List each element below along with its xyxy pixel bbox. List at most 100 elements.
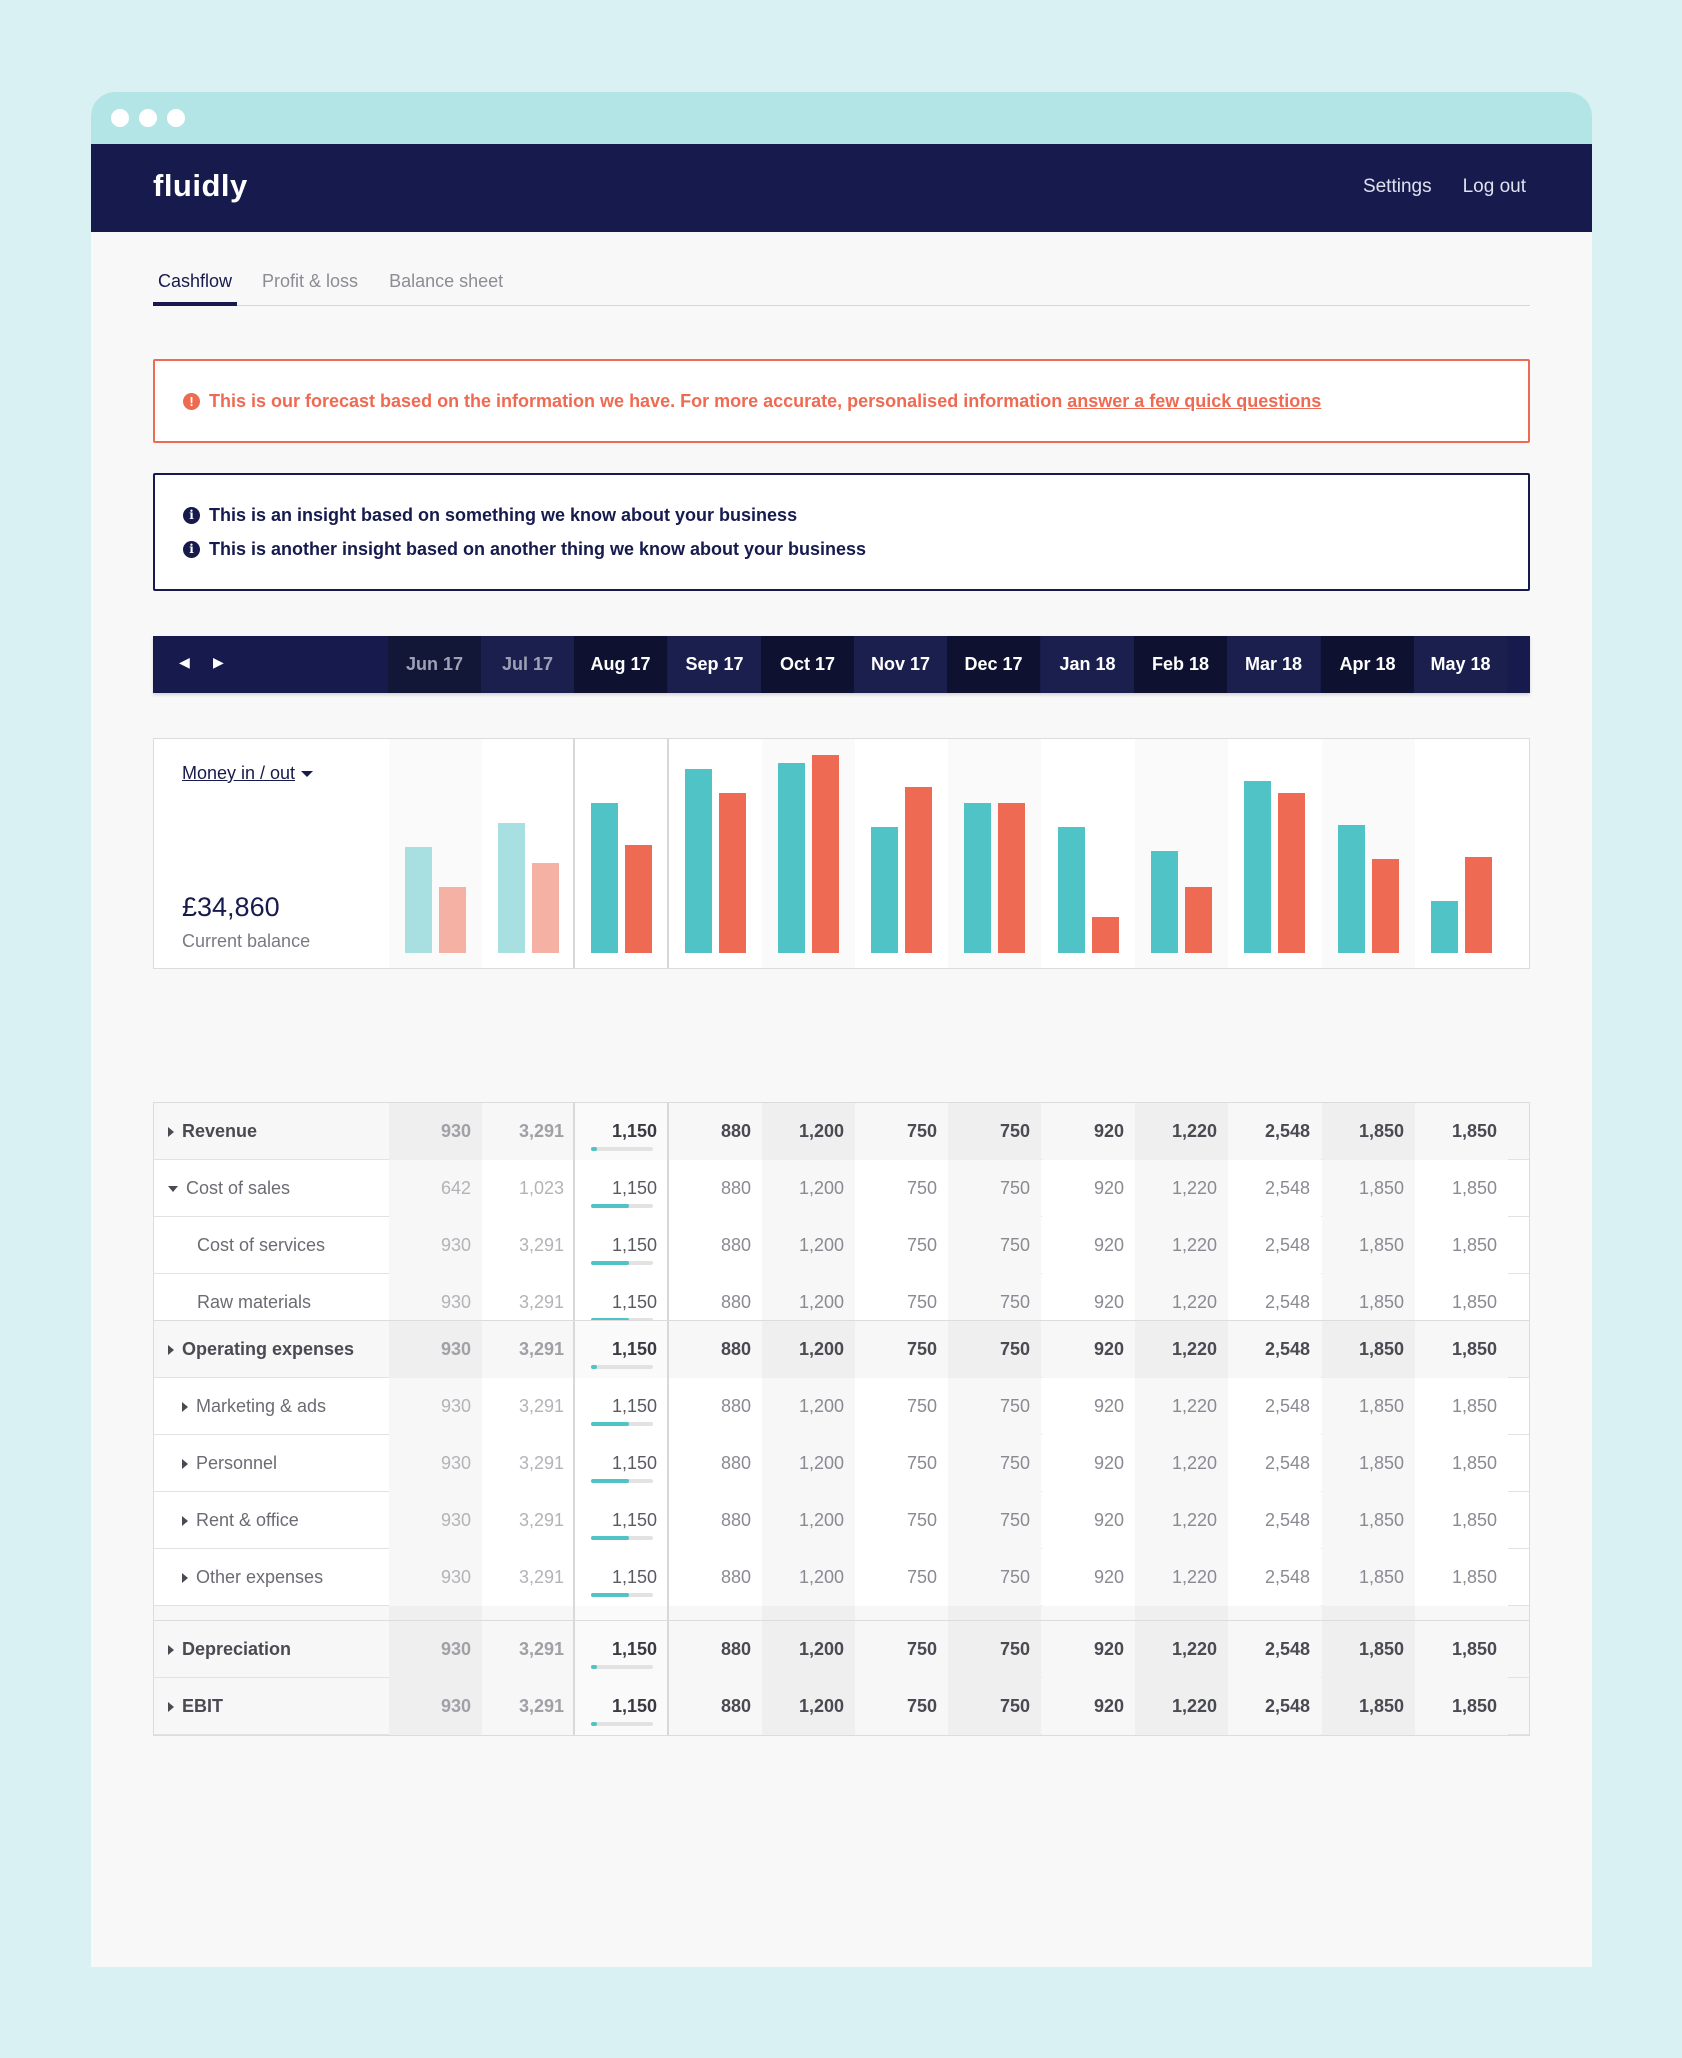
value-cell[interactable]: 1,200 — [762, 1492, 855, 1549]
caret-right-icon[interactable] — [168, 1645, 174, 1656]
value-cell[interactable]: 3,291 — [482, 1321, 575, 1378]
month-header-cell[interactable]: Feb 18 — [1134, 636, 1227, 693]
value-cell[interactable]: 2,548 — [1228, 1621, 1321, 1678]
value-cell[interactable]: 1,200 — [762, 1321, 855, 1378]
value-cell[interactable]: 930 — [389, 1621, 482, 1678]
value-cell[interactable]: 1,850 — [1322, 1378, 1415, 1435]
caret-right-icon[interactable] — [182, 1402, 188, 1413]
value-cell[interactable]: 1,200 — [762, 1103, 855, 1160]
value-cell[interactable]: 930 — [389, 1549, 482, 1606]
caret-down-icon[interactable] — [168, 1186, 178, 1193]
month-header-cell[interactable]: Apr 18 — [1321, 636, 1414, 693]
row-label[interactable]: Revenue — [168, 1103, 257, 1160]
value-cell[interactable]: 3,291 — [482, 1378, 575, 1435]
value-cell[interactable]: 750 — [855, 1378, 948, 1435]
next-month-arrow-icon[interactable]: ▶ — [213, 654, 224, 671]
row-label[interactable]: Rent & office — [182, 1492, 299, 1549]
money-in-bar[interactable] — [778, 763, 805, 953]
value-cell[interactable]: 1,850 — [1415, 1621, 1508, 1678]
value-cell[interactable]: 1,850 — [1322, 1435, 1415, 1492]
caret-right-icon[interactable] — [182, 1573, 188, 1584]
caret-right-icon[interactable] — [168, 1127, 174, 1138]
value-cell[interactable]: 930 — [389, 1217, 482, 1274]
value-cell[interactable]: 1,220 — [1135, 1321, 1228, 1378]
table-row[interactable]: Personnel 930 3,291 1,150 880 1,200 750 750 920 1… — [154, 1435, 1529, 1492]
row-label[interactable]: EBIT — [168, 1678, 223, 1735]
value-cell[interactable]: 750 — [948, 1678, 1041, 1735]
money-in-bar[interactable] — [1244, 781, 1271, 953]
value-cell[interactable]: 750 — [948, 1321, 1041, 1378]
value-cell[interactable]: 920 — [1042, 1321, 1135, 1378]
value-cell[interactable]: 920 — [1042, 1103, 1135, 1160]
value-cell[interactable]: 1,220 — [1135, 1492, 1228, 1549]
row-label[interactable]: Depreciation — [168, 1621, 291, 1678]
value-cell[interactable]: 920 — [1042, 1378, 1135, 1435]
value-cell[interactable]: 1,150 — [575, 1217, 668, 1274]
value-cell[interactable]: 1,200 — [762, 1621, 855, 1678]
value-cell[interactable]: 1,850 — [1415, 1678, 1508, 1735]
table-row[interactable]: Other expenses 930 3,291 1,150 880 1,200 750 75… — [154, 1549, 1529, 1606]
table-row[interactable]: Operating expenses 930 3,291 1,150 880 1,200 7… — [154, 1321, 1529, 1378]
month-header-cell[interactable]: Mar 18 — [1227, 636, 1320, 693]
chart-mode-dropdown[interactable]: Money in / out — [182, 763, 314, 784]
value-cell[interactable]: 1,150 — [575, 1321, 668, 1378]
month-header-cell[interactable]: May 18 — [1414, 636, 1507, 693]
value-cell[interactable]: 1,200 — [762, 1217, 855, 1274]
value-cell[interactable]: 880 — [669, 1549, 762, 1606]
value-cell[interactable]: 3,291 — [482, 1492, 575, 1549]
money-out-bar[interactable] — [1185, 887, 1212, 953]
money-out-bar[interactable] — [905, 787, 932, 953]
month-header-cell[interactable]: Jan 18 — [1041, 636, 1134, 693]
value-cell[interactable]: 1,220 — [1135, 1678, 1228, 1735]
value-cell[interactable]: 750 — [855, 1321, 948, 1378]
month-header-cell[interactable]: Sep 17 — [668, 636, 761, 693]
value-cell[interactable]: 880 — [669, 1217, 762, 1274]
value-cell[interactable]: 880 — [669, 1435, 762, 1492]
value-cell[interactable]: 930 — [389, 1678, 482, 1735]
value-cell[interactable]: 920 — [1042, 1678, 1135, 1735]
value-cell[interactable]: 1,150 — [575, 1103, 668, 1160]
month-header-cell[interactable]: Jul 17 — [481, 636, 574, 693]
value-cell[interactable]: 1,850 — [1322, 1217, 1415, 1274]
value-cell[interactable]: 1,850 — [1415, 1435, 1508, 1492]
row-label[interactable]: Other expenses — [182, 1549, 323, 1606]
value-cell[interactable]: 1,150 — [575, 1160, 668, 1217]
value-cell[interactable]: 880 — [669, 1160, 762, 1217]
value-cell[interactable]: 750 — [855, 1678, 948, 1735]
value-cell[interactable]: 2,548 — [1228, 1160, 1321, 1217]
money-in-bar[interactable] — [405, 847, 432, 953]
month-header-cell[interactable]: Jun 17 — [388, 636, 481, 693]
value-cell[interactable]: 750 — [855, 1103, 948, 1160]
value-cell[interactable]: 2,548 — [1228, 1378, 1321, 1435]
money-out-bar[interactable] — [812, 755, 839, 953]
money-in-bar[interactable] — [964, 803, 991, 953]
value-cell[interactable]: 1,850 — [1322, 1492, 1415, 1549]
value-cell[interactable]: 880 — [669, 1103, 762, 1160]
value-cell[interactable]: 930 — [389, 1321, 482, 1378]
value-cell[interactable]: 3,291 — [482, 1621, 575, 1678]
value-cell[interactable]: 1,150 — [575, 1621, 668, 1678]
money-in-bar[interactable] — [1058, 827, 1085, 953]
money-in-bar[interactable] — [1151, 851, 1178, 953]
value-cell[interactable]: 1,220 — [1135, 1549, 1228, 1606]
money-out-bar[interactable] — [532, 863, 559, 953]
value-cell[interactable]: 920 — [1042, 1160, 1135, 1217]
value-cell[interactable]: 1,850 — [1415, 1492, 1508, 1549]
value-cell[interactable]: 1,200 — [762, 1435, 855, 1492]
value-cell[interactable]: 1,850 — [1322, 1103, 1415, 1160]
value-cell[interactable]: 880 — [669, 1492, 762, 1549]
row-label[interactable]: Operating expenses — [168, 1321, 354, 1378]
value-cell[interactable]: 1,200 — [762, 1678, 855, 1735]
value-cell[interactable]: 750 — [855, 1435, 948, 1492]
money-in-bar[interactable] — [498, 823, 525, 953]
value-cell[interactable]: 1,220 — [1135, 1378, 1228, 1435]
fluidly-logo[interactable]: fluidly — [153, 168, 248, 204]
row-label[interactable]: Cost of sales — [168, 1160, 290, 1217]
value-cell[interactable]: 750 — [855, 1217, 948, 1274]
month-header-cell[interactable]: Aug 17 — [574, 636, 667, 693]
money-out-bar[interactable] — [1278, 793, 1305, 953]
value-cell[interactable]: 3,291 — [482, 1103, 575, 1160]
value-cell[interactable]: 1,200 — [762, 1378, 855, 1435]
money-in-bar[interactable] — [591, 803, 618, 953]
value-cell[interactable]: 750 — [948, 1378, 1041, 1435]
